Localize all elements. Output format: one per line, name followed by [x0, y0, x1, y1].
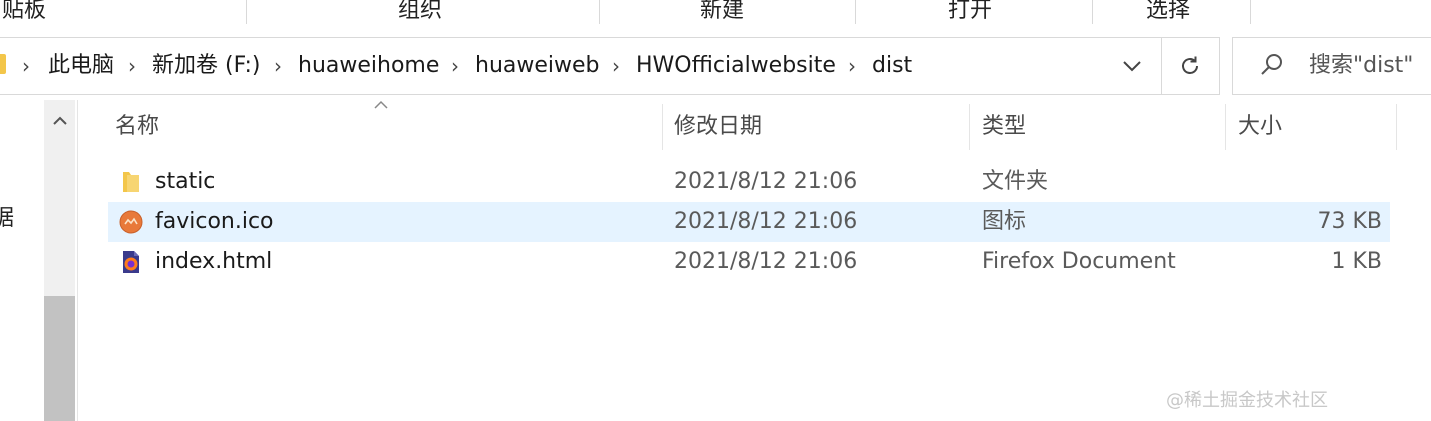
ribbon-divider — [599, 0, 600, 24]
breadcrumb-chevron-icon[interactable]: › — [22, 38, 30, 94]
watermark: @稀土掘金技术社区 — [1166, 390, 1328, 411]
chevron-up-icon — [52, 116, 67, 125]
file-date: 2021/8/12 21:06 — [674, 169, 858, 194]
refresh-button[interactable] — [1170, 48, 1210, 84]
folder-icon — [0, 54, 6, 74]
breadcrumb-chevron-icon[interactable]: › — [274, 38, 282, 94]
file-size: 1 KB — [1331, 249, 1382, 274]
scroll-up-button[interactable] — [44, 100, 75, 140]
ico-file-icon — [119, 210, 143, 234]
column-header-name[interactable]: 名称 — [115, 104, 655, 150]
column-header-date[interactable]: 修改日期 — [674, 104, 964, 150]
ribbon-divider — [1092, 0, 1093, 24]
ribbon-divider — [855, 0, 856, 24]
breadcrumb-chevron-icon[interactable]: › — [848, 38, 856, 94]
file-type: Firefox Document — [982, 249, 1176, 274]
scrollbar-thumb[interactable] — [44, 296, 75, 421]
ribbon-group-clipboard: 贴板 — [1, 0, 46, 23]
file-row[interactable]: index.html 2021/8/12 21:06 Firefox Docum… — [108, 242, 1390, 282]
search-box[interactable]: 搜索"dist" — [1232, 37, 1431, 95]
ribbon-group-new: 新建 — [699, 0, 744, 23]
address-bar[interactable]: › 此电脑 › 新加卷 (F:) › huaweihome › huaweiwe… — [0, 37, 1220, 95]
search-input[interactable]: 搜索"dist" — [1309, 38, 1413, 94]
file-row[interactable]: static 2021/8/12 21:06 文件夹 — [108, 162, 1390, 202]
column-divider[interactable] — [1225, 104, 1226, 150]
file-date: 2021/8/12 21:06 — [674, 249, 858, 274]
breadcrumb-chevron-icon[interactable]: › — [451, 38, 459, 94]
file-date: 2021/8/12 21:06 — [674, 209, 858, 234]
folder-icon — [123, 172, 139, 192]
column-header-type[interactable]: 类型 — [982, 104, 1217, 150]
column-header-size[interactable]: 大小 — [1238, 104, 1388, 150]
ribbon-group-select: 选择 — [1145, 0, 1190, 23]
breadcrumb-chevron-icon[interactable]: › — [128, 38, 136, 94]
column-divider[interactable] — [969, 104, 970, 150]
nav-pane-item-label[interactable]: 据 — [0, 200, 14, 232]
breadcrumb-item-drive[interactable]: 新加卷 (F:) — [152, 38, 261, 94]
breadcrumb-item-huaweihome[interactable]: huaweihome — [298, 38, 439, 94]
ribbon-group-open: 打开 — [947, 0, 992, 23]
firefox-html-icon — [123, 251, 139, 273]
address-history-button[interactable] — [1112, 48, 1152, 84]
file-size: 73 KB — [1317, 209, 1382, 234]
file-name[interactable]: index.html — [155, 242, 272, 282]
search-icon — [1261, 54, 1282, 75]
column-divider[interactable] — [662, 104, 663, 150]
pane-divider[interactable] — [77, 100, 78, 421]
breadcrumb-item-hwofficialwebsite[interactable]: HWOfficialwebsite — [636, 38, 836, 94]
breadcrumb-item-huaweiweb[interactable]: huaweiweb — [475, 38, 600, 94]
nav-pane-scrollbar[interactable] — [44, 100, 75, 421]
ribbon-divider — [246, 0, 247, 24]
file-name[interactable]: static — [155, 162, 215, 202]
breadcrumb-item-this-pc[interactable]: 此电脑 — [48, 38, 114, 94]
breadcrumb-chevron-icon[interactable]: › — [612, 38, 620, 94]
file-type: 文件夹 — [982, 169, 1049, 194]
chevron-down-icon — [1123, 61, 1141, 72]
ribbon-group-organize: 组织 — [397, 0, 442, 23]
address-bar-divider — [1161, 38, 1162, 94]
ribbon-group-labels: 贴板 组织 新建 打开 选择 — [0, 0, 1431, 30]
file-row[interactable]: favicon.ico 2021/8/12 21:06 图标 73 KB — [108, 202, 1390, 242]
column-divider[interactable] — [1396, 104, 1397, 150]
file-name[interactable]: favicon.ico — [155, 202, 274, 242]
file-type: 图标 — [982, 209, 1027, 234]
ribbon-divider — [1250, 0, 1251, 24]
refresh-icon — [1182, 56, 1198, 74]
breadcrumb-item-dist[interactable]: dist — [872, 38, 912, 94]
